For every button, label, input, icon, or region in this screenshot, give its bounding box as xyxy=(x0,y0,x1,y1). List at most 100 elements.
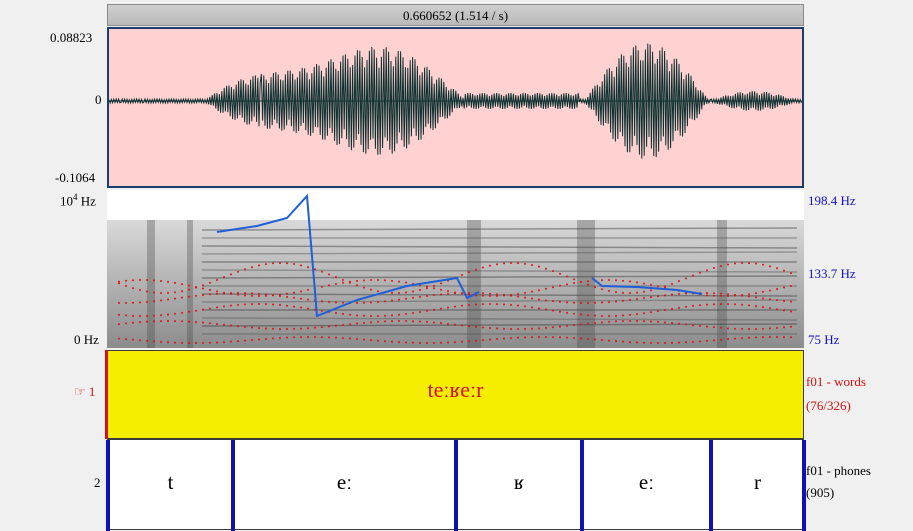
tier1-words[interactable]: teːʁeːr xyxy=(107,350,804,439)
formant-point xyxy=(580,313,582,316)
formant-point xyxy=(489,292,491,295)
formant-point xyxy=(776,308,778,311)
formant-point xyxy=(356,284,358,287)
formant-point xyxy=(153,314,155,317)
tier1-interval-text[interactable]: teːʁeːr xyxy=(108,377,803,403)
formant-point xyxy=(167,291,169,294)
spectrogram-burst xyxy=(147,220,155,348)
formant-point xyxy=(223,323,225,326)
formant-point xyxy=(475,303,477,306)
formant-point xyxy=(384,320,386,323)
formant-point xyxy=(566,311,568,314)
formant-point xyxy=(636,341,638,344)
formant-point xyxy=(125,279,127,282)
formant-point xyxy=(454,292,456,295)
tier1-count: (76/326) xyxy=(806,398,851,413)
formant-point xyxy=(335,301,337,304)
formant-point xyxy=(594,314,596,317)
formant-point xyxy=(552,270,554,273)
tier2-number[interactable]: 2 xyxy=(94,475,101,491)
formant-point xyxy=(426,342,428,344)
formant-point xyxy=(573,282,575,285)
formant-point xyxy=(174,281,176,284)
formant-point xyxy=(489,264,491,267)
tier2-segment[interactable]: t xyxy=(110,470,231,495)
formant-point xyxy=(622,340,624,343)
tier2-segment[interactable]: r xyxy=(713,470,802,495)
formant-point xyxy=(601,279,603,282)
formant-point xyxy=(678,322,680,325)
formant-point xyxy=(531,336,533,339)
tier2-segment[interactable]: eː xyxy=(584,470,709,495)
formant-point xyxy=(398,341,400,344)
formant-point xyxy=(300,306,302,309)
formant-point xyxy=(664,294,666,297)
formant-point xyxy=(552,286,554,289)
formant-point xyxy=(328,336,330,339)
tier2-phones[interactable]: t eː ʁ eː r xyxy=(106,439,806,531)
formant-point xyxy=(230,304,232,307)
formant-point xyxy=(370,314,372,317)
formant-point xyxy=(272,303,274,306)
formant-point xyxy=(335,312,337,315)
formant-point xyxy=(496,327,498,330)
formant-point xyxy=(496,263,498,266)
formant-point xyxy=(755,296,757,299)
formant-point xyxy=(524,305,526,308)
pitch-top-label: 198.4 Hz xyxy=(808,193,856,208)
formant-point xyxy=(783,336,785,339)
formant-point xyxy=(657,310,659,313)
spectrogram-burst xyxy=(577,220,595,348)
formant-point xyxy=(545,336,547,339)
formant-point xyxy=(594,338,596,341)
formant-point xyxy=(405,320,407,323)
formant-point xyxy=(202,308,204,311)
formant-point xyxy=(321,336,323,339)
formant-point xyxy=(377,290,379,293)
formant-point xyxy=(713,339,715,342)
waveform-panel[interactable] xyxy=(107,27,804,188)
formant-point xyxy=(650,296,652,299)
formant-point xyxy=(671,321,673,324)
formant-point xyxy=(419,311,421,314)
tier2-segment[interactable]: eː xyxy=(235,470,454,495)
spectrogram-freq-bottom-label: 0 Hz xyxy=(74,332,99,347)
tier1-label[interactable]: ☞ 1 xyxy=(74,384,95,400)
formant-point xyxy=(216,306,218,309)
formant-point xyxy=(314,268,316,271)
formant-point xyxy=(482,326,484,329)
formant-point xyxy=(195,294,197,297)
formant-point xyxy=(461,324,463,327)
formant-point xyxy=(559,300,561,303)
formant-point xyxy=(209,289,211,292)
formant-point xyxy=(650,341,652,344)
formant-point xyxy=(209,341,211,344)
formant-point xyxy=(223,276,225,279)
formant-point xyxy=(146,290,148,293)
formant-point xyxy=(363,314,365,317)
formant-point xyxy=(769,336,771,339)
formant-point xyxy=(419,295,421,298)
formant-point xyxy=(188,320,190,323)
formant-point xyxy=(447,322,449,325)
formant-point xyxy=(433,284,435,287)
formant-point xyxy=(118,280,120,283)
formant-point xyxy=(713,266,715,269)
formant-point xyxy=(587,301,589,304)
formant-point xyxy=(286,262,288,265)
tier2-segment[interactable]: ʁ xyxy=(458,470,580,495)
formant-point xyxy=(790,285,792,288)
formant-point xyxy=(125,284,127,287)
formant-point xyxy=(384,279,386,282)
formant-point xyxy=(538,298,540,301)
waveform-plot xyxy=(109,43,802,159)
spectrogram-panel[interactable] xyxy=(107,190,804,348)
formant-point xyxy=(244,268,246,271)
formant-point xyxy=(671,282,673,285)
formant-point xyxy=(622,291,624,294)
formant-point xyxy=(167,280,169,283)
selection-duration-bar[interactable]: 0.660652 (1.514 / s) xyxy=(107,4,804,26)
formant-point xyxy=(629,298,631,301)
formant-point xyxy=(461,304,463,307)
formant-point xyxy=(251,326,253,329)
